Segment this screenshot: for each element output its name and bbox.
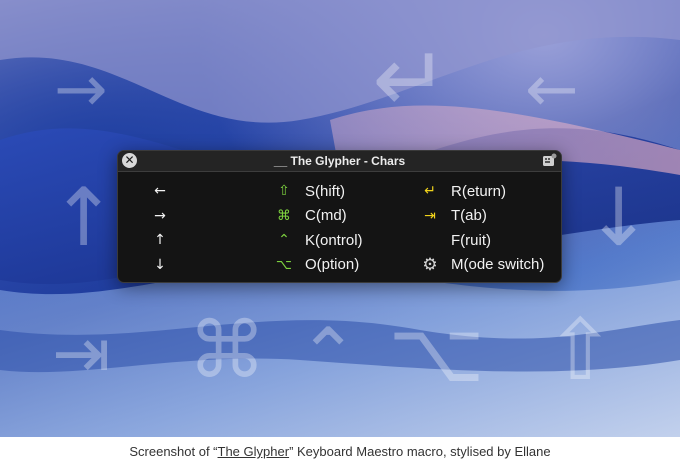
return-icon: ↵ — [424, 183, 436, 200]
bg-right-arrow-icon: → — [54, 53, 108, 127]
command-icon: ⌘ — [277, 207, 291, 224]
palette-item-control[interactable]: ⌃ K(ontrol) — [273, 228, 363, 253]
caption-suffix: ” Keyboard Maestro macro, stylised by El… — [289, 444, 551, 459]
palette-item-label: K(ontrol) — [305, 231, 363, 249]
left-arrow-icon: ← — [154, 183, 166, 200]
special-column: ↵ R(eturn) ⇥ T(ab) F(ruit) ⚙ M(ode switc… — [419, 179, 544, 277]
palette-item-tab[interactable]: ⇥ T(ab) — [419, 204, 544, 229]
right-arrow-icon: → — [154, 207, 166, 224]
palette-item-left-arrow[interactable]: ← — [150, 179, 170, 204]
palette-item-command[interactable]: ⌘ C(md) — [273, 204, 363, 229]
control-icon: ⌃ — [278, 232, 290, 249]
tab-icon: ⇥ — [424, 207, 436, 224]
bg-shift-icon: ⇧ — [545, 301, 616, 399]
gear-icon: ⚙ — [422, 254, 438, 275]
palette-item-label: O(ption) — [305, 256, 360, 274]
bg-return-icon: ↵ — [372, 26, 450, 133]
option-icon: ⌥ — [275, 256, 293, 273]
palette-item-label: F(ruit) — [451, 231, 491, 249]
caption-link[interactable]: The Glypher — [218, 444, 290, 459]
palette-item-label: M(ode switch) — [451, 256, 545, 274]
down-arrow-icon: ↓ — [154, 256, 166, 273]
window-title: __ The Glypher - Chars — [273, 154, 406, 168]
figure-caption: Screenshot of “The Glypher” Keyboard Mae… — [0, 444, 680, 459]
palette-item-label: S(hift) — [305, 182, 346, 200]
bg-tab-icon: ⇥ — [52, 312, 111, 394]
palette-item-mode-switch[interactable]: ⚙ M(ode switch) — [419, 253, 544, 278]
up-arrow-icon: ↑ — [154, 232, 166, 249]
bg-left-arrow-icon: ← — [525, 53, 579, 127]
bg-control-icon: ⌃ — [298, 312, 359, 396]
modifier-column: ⇧ S(hift) ⌘ C(md) ⌃ K(ontrol) ⌥ O(ption) — [273, 179, 363, 277]
caption-prefix: Screenshot of “ — [129, 444, 218, 459]
glypher-palette-window: ✕ __ The Glypher - Chars ← → ↑ ↓ ⇧ S(hif… — [117, 150, 562, 283]
palette-item-shift[interactable]: ⇧ S(hift) — [273, 179, 363, 204]
palette-item-fruit[interactable]: F(ruit) — [419, 228, 544, 253]
bg-command-icon: ⌘ — [188, 306, 266, 396]
palette-item-right-arrow[interactable]: → — [150, 204, 170, 229]
palette-item-label: R(eturn) — [451, 182, 507, 200]
palette-item-down-arrow[interactable]: ↓ — [150, 253, 170, 278]
palette-item-label: T(ab) — [451, 207, 487, 225]
shift-icon: ⇧ — [278, 183, 290, 200]
palette-item-option[interactable]: ⌥ O(ption) — [273, 253, 363, 278]
palette-item-label: C(md) — [305, 207, 347, 225]
window-titlebar[interactable]: ✕ __ The Glypher - Chars — [118, 151, 561, 172]
bg-down-arrow-icon: ↓ — [585, 171, 653, 264]
arrow-column: ← → ↑ ↓ — [150, 179, 170, 277]
bg-up-arrow-icon: ↑ — [50, 171, 118, 264]
palette-item-up-arrow[interactable]: ↑ — [150, 228, 170, 253]
keyboard-maestro-icon[interactable] — [542, 153, 557, 167]
palette-item-return[interactable]: ↵ R(eturn) — [419, 179, 544, 204]
bg-option-icon: ⌥ — [388, 303, 485, 401]
